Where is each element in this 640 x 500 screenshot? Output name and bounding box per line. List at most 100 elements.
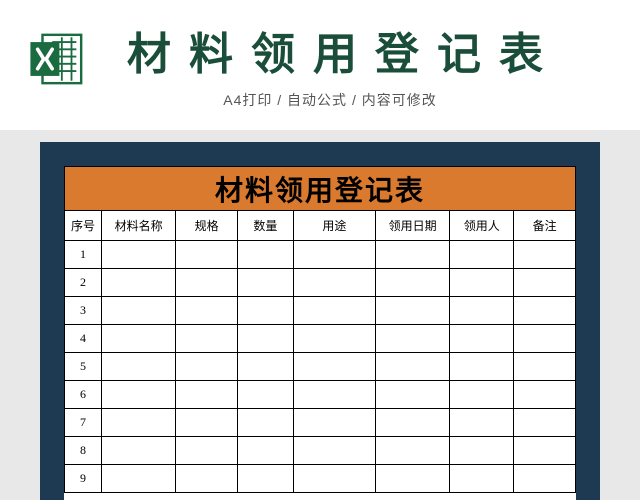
cell-spec — [176, 241, 238, 269]
cell-date — [376, 269, 450, 297]
col-header-date: 领用日期 — [376, 211, 450, 241]
cell-use — [293, 381, 375, 409]
page-title: 材料领用登记表 — [0, 18, 640, 82]
cell-note — [514, 381, 576, 409]
table-row: 6 — [65, 381, 576, 409]
cell-name — [102, 241, 176, 269]
cell-date — [376, 297, 450, 325]
cell-use — [293, 409, 375, 437]
cell-qty — [238, 381, 294, 409]
cell-use — [293, 353, 375, 381]
cell-qty — [238, 353, 294, 381]
cell-date — [376, 241, 450, 269]
cell-name — [102, 297, 176, 325]
document-page: 材料领用登记表 序号 材料名称 规格 数量 用途 领用日期 领用人 — [64, 166, 576, 500]
cell-use — [293, 269, 375, 297]
table-row: 5 — [65, 353, 576, 381]
document-frame: 材料领用登记表 序号 材料名称 规格 数量 用途 领用日期 领用人 — [40, 142, 600, 500]
cell-seq: 3 — [65, 297, 102, 325]
cell-name — [102, 437, 176, 465]
col-header-name: 材料名称 — [102, 211, 176, 241]
cell-seq: 8 — [65, 437, 102, 465]
cell-name — [102, 409, 176, 437]
cell-spec — [176, 353, 238, 381]
cell-seq: 1 — [65, 241, 102, 269]
cell-qty — [238, 269, 294, 297]
col-header-use: 用途 — [293, 211, 375, 241]
table-row: 2 — [65, 269, 576, 297]
col-header-seq: 序号 — [65, 211, 102, 241]
cell-person — [450, 381, 514, 409]
col-header-spec: 规格 — [176, 211, 238, 241]
cell-name — [102, 381, 176, 409]
cell-date — [376, 353, 450, 381]
cell-name — [102, 269, 176, 297]
cell-person — [450, 269, 514, 297]
cell-use — [293, 297, 375, 325]
cell-use — [293, 325, 375, 353]
cell-person — [450, 409, 514, 437]
cell-name — [102, 465, 176, 493]
cell-spec — [176, 409, 238, 437]
cell-note — [514, 269, 576, 297]
cell-seq: 4 — [65, 325, 102, 353]
cell-spec — [176, 465, 238, 493]
cell-use — [293, 465, 375, 493]
cell-spec — [176, 437, 238, 465]
cell-note — [514, 465, 576, 493]
cell-seq: 9 — [65, 465, 102, 493]
cell-date — [376, 465, 450, 493]
col-header-note: 备注 — [514, 211, 576, 241]
cell-spec — [176, 381, 238, 409]
cell-use — [293, 241, 375, 269]
table-row: 9 — [65, 465, 576, 493]
cell-qty — [238, 325, 294, 353]
page-subtitle: A4打印 / 自动公式 / 内容可修改 — [0, 90, 640, 110]
cell-qty — [238, 437, 294, 465]
cell-use — [293, 437, 375, 465]
cell-seq: 5 — [65, 353, 102, 381]
cell-person — [450, 437, 514, 465]
document-preview-area: 材料领用登记表 序号 材料名称 规格 数量 用途 领用日期 领用人 — [0, 130, 640, 500]
cell-seq: 6 — [65, 381, 102, 409]
table-row: 7 — [65, 409, 576, 437]
cell-qty — [238, 297, 294, 325]
cell-spec — [176, 297, 238, 325]
table-header-row: 序号 材料名称 规格 数量 用途 领用日期 领用人 备注 — [65, 211, 576, 241]
cell-person — [450, 353, 514, 381]
cell-note — [514, 325, 576, 353]
cell-date — [376, 409, 450, 437]
cell-note — [514, 409, 576, 437]
cell-note — [514, 297, 576, 325]
cell-spec — [176, 325, 238, 353]
cell-name — [102, 353, 176, 381]
cell-name — [102, 325, 176, 353]
cell-person — [450, 241, 514, 269]
table-row: 8 — [65, 437, 576, 465]
material-table: 序号 材料名称 规格 数量 用途 领用日期 领用人 备注 123456789 — [64, 210, 576, 493]
cell-seq: 7 — [65, 409, 102, 437]
table-title: 材料领用登记表 — [215, 169, 425, 209]
table-row: 4 — [65, 325, 576, 353]
cell-person — [450, 465, 514, 493]
template-header: 材料领用登记表 A4打印 / 自动公式 / 内容可修改 — [0, 0, 640, 130]
cell-note — [514, 437, 576, 465]
col-header-person: 领用人 — [450, 211, 514, 241]
cell-note — [514, 241, 576, 269]
table-title-bar: 材料领用登记表 — [64, 166, 576, 210]
cell-qty — [238, 465, 294, 493]
cell-date — [376, 381, 450, 409]
table-body: 123456789 — [65, 241, 576, 493]
cell-person — [450, 325, 514, 353]
col-header-qty: 数量 — [238, 211, 294, 241]
table-row: 1 — [65, 241, 576, 269]
cell-qty — [238, 241, 294, 269]
cell-seq: 2 — [65, 269, 102, 297]
cell-note — [514, 353, 576, 381]
cell-person — [450, 297, 514, 325]
excel-icon — [28, 30, 86, 88]
cell-date — [376, 437, 450, 465]
cell-spec — [176, 269, 238, 297]
cell-date — [376, 325, 450, 353]
table-row: 3 — [65, 297, 576, 325]
